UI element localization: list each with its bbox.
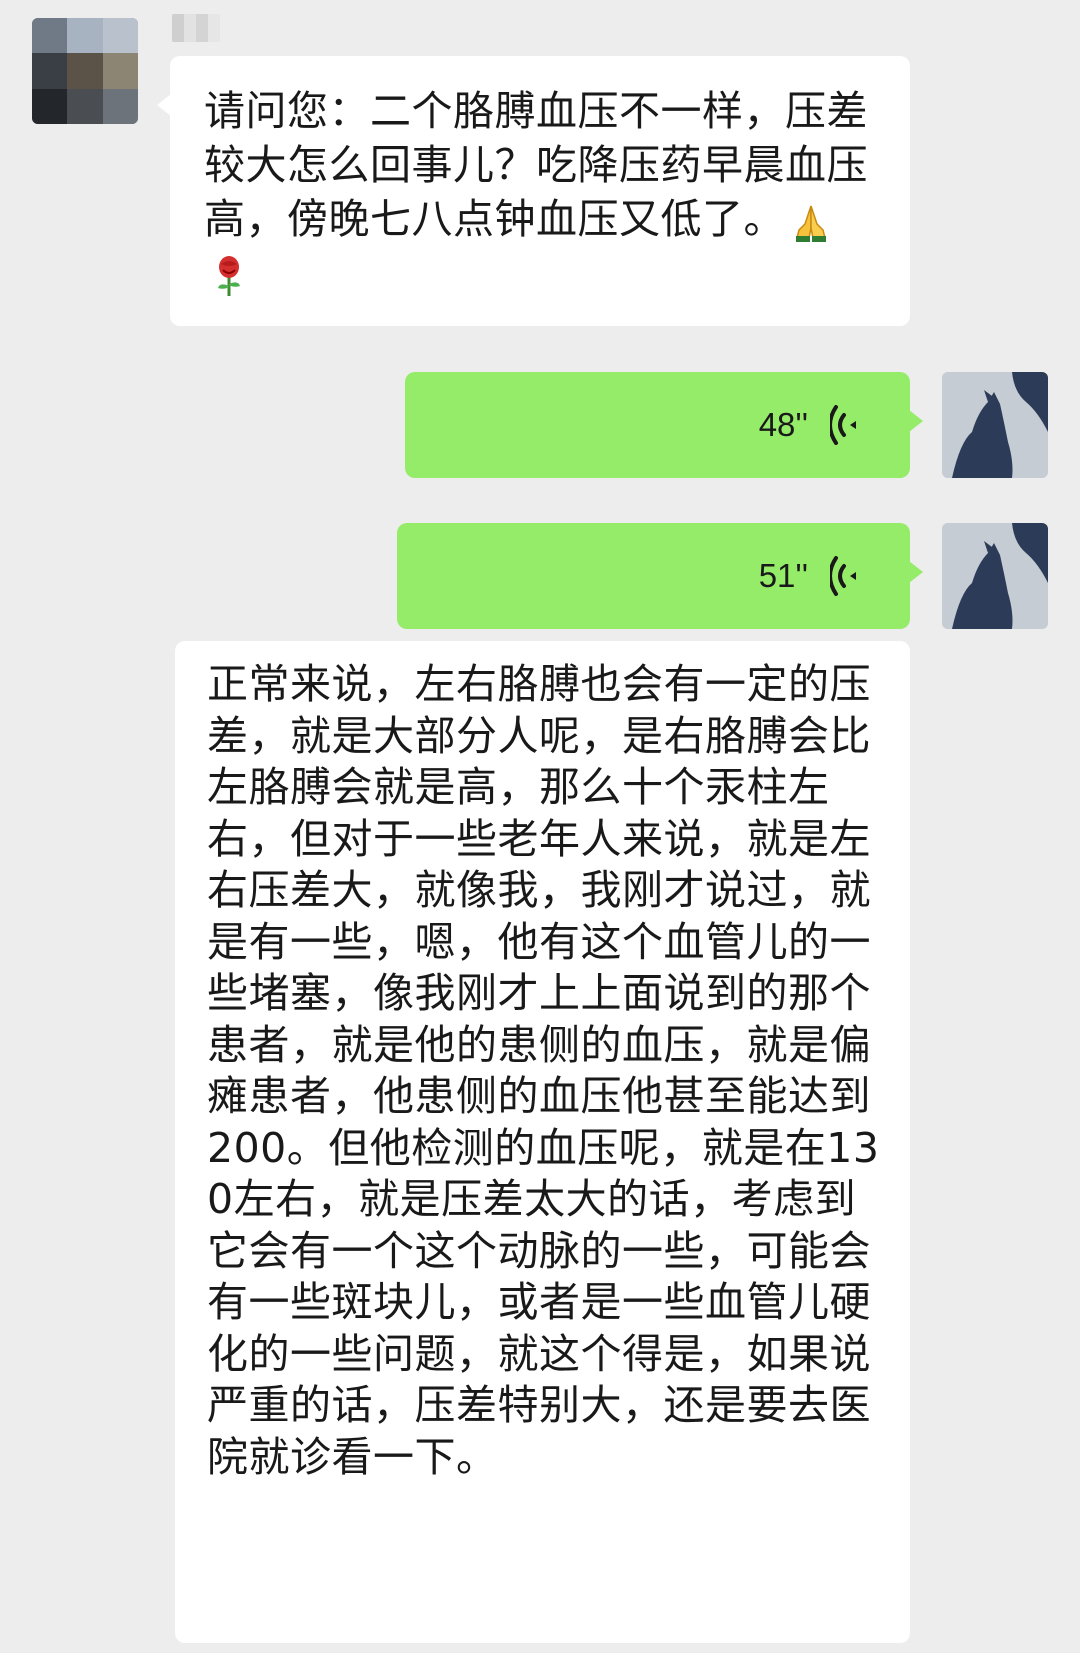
contact-avatar[interactable]: [32, 18, 138, 124]
contact-name-blurred: [172, 14, 220, 42]
voice-wave-icon: [830, 403, 866, 447]
my-avatar[interactable]: [942, 372, 1048, 478]
voice-duration: 51'': [758, 557, 808, 594]
voice-message-bubble[interactable]: 51'': [397, 523, 923, 629]
voice-wave-icon: [830, 554, 866, 598]
message-text: 正常来说，左右胳膊也会有一定的压差，就是大部分人呢，是右胳膊会比左胳膊会就是高，…: [207, 660, 880, 1481]
voice-message-bubble[interactable]: 48'': [405, 372, 923, 478]
rose-emoji: [218, 256, 240, 296]
my-avatar[interactable]: [942, 523, 1048, 629]
incoming-message-bubble[interactable]: 请问您：二个胳膊血压不一样，压差较大怎么回事儿？吃降压药早晨血压高，傍晚七八点钟…: [157, 56, 910, 326]
incoming-message-bubble[interactable]: 正常来说，左右胳膊也会有一定的压差，就是大部分人呢，是右胳膊会比左胳膊会就是高，…: [175, 641, 910, 1643]
message-text: 请问您：二个胳膊血压不一样，压差较大怎么回事儿？吃降压药早晨血压高，傍晚七八点钟…: [204, 87, 868, 243]
folded-hands-emoji: [796, 205, 826, 242]
voice-duration: 48'': [758, 406, 808, 443]
